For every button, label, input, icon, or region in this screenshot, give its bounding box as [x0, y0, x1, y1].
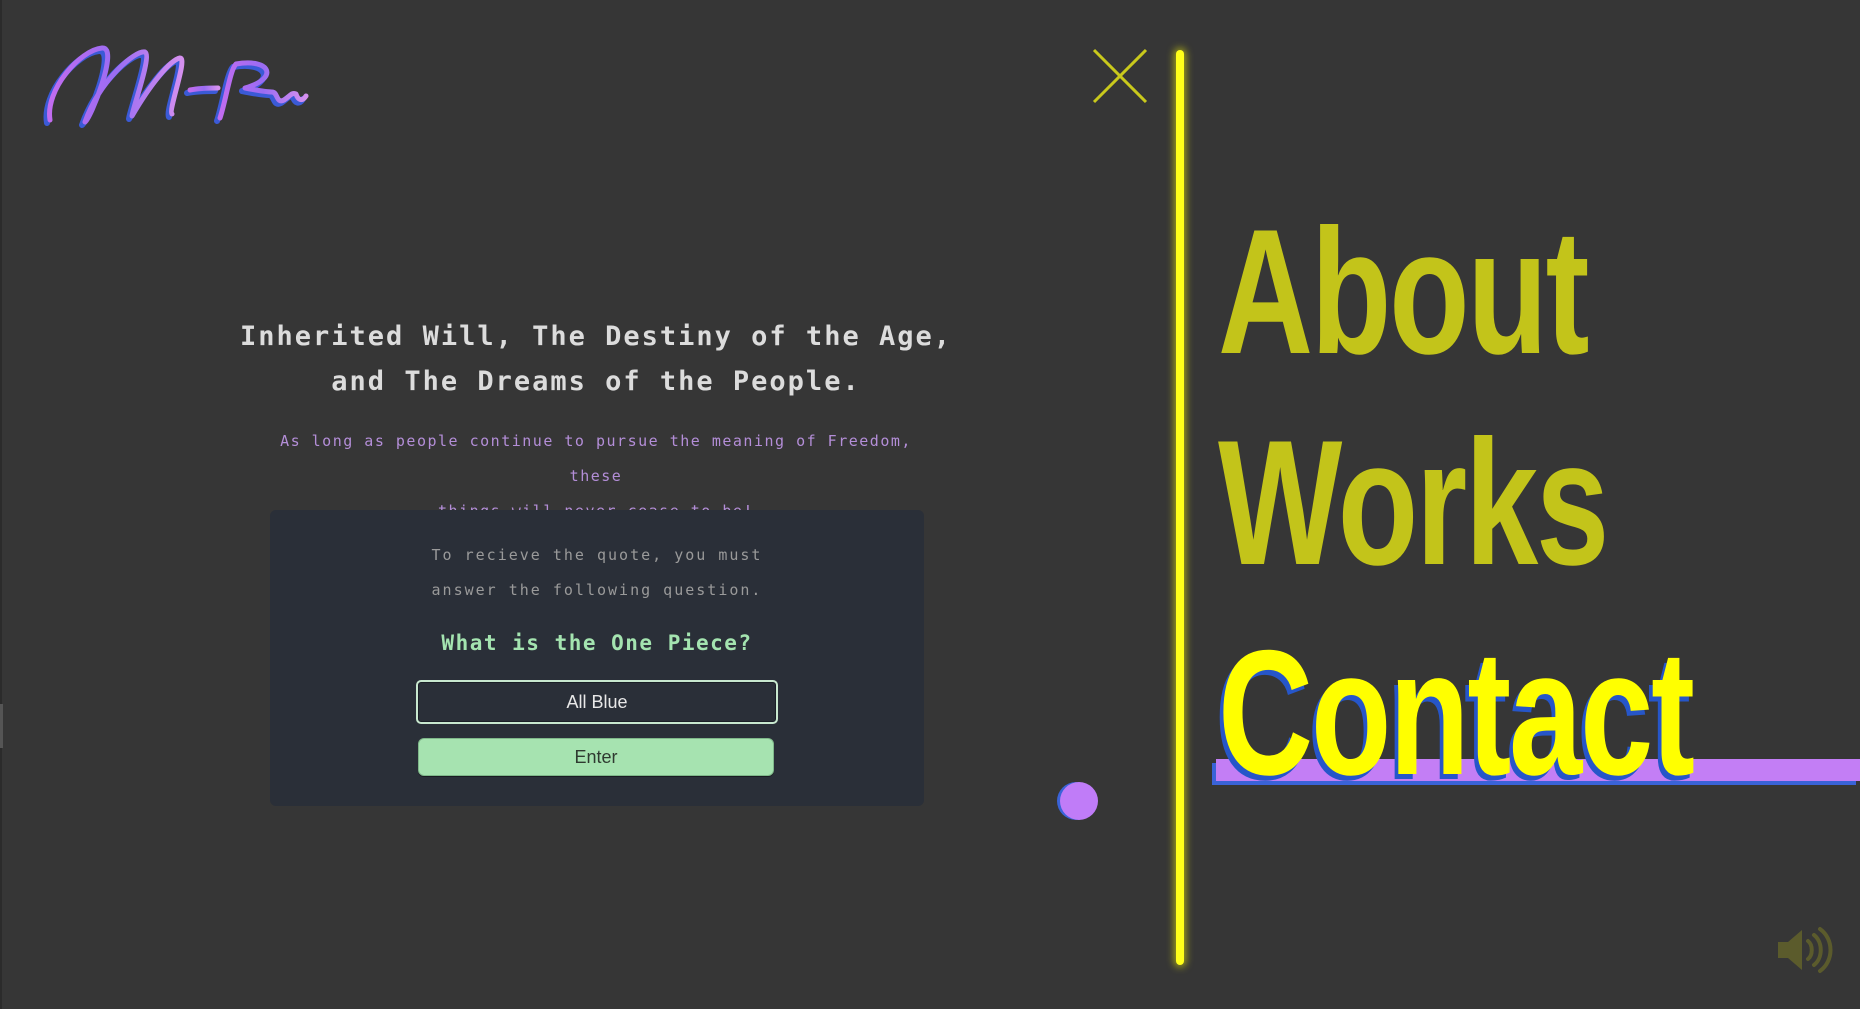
left-scroll-notch	[0, 704, 3, 748]
quiz-card: To recieve the quote, you must answer th…	[270, 510, 924, 806]
logo-icon	[43, 45, 309, 128]
headline: Inherited Will, The Destiny of the Age, …	[240, 314, 952, 404]
volume-button[interactable]	[1776, 924, 1838, 976]
subline-line-1: As long as people continue to pursue the…	[280, 432, 912, 485]
quiz-instruction-line-1: To recieve the quote, you must	[431, 546, 763, 564]
nav-item-contact[interactable]: Contact	[1218, 624, 1695, 802]
volume-icon	[1778, 927, 1833, 973]
answer-input[interactable]	[416, 680, 778, 724]
logo[interactable]	[40, 30, 320, 140]
headline-line-1: Inherited Will, The Destiny of the Age,	[240, 321, 952, 352]
nav-item-works[interactable]: Works	[1218, 414, 1609, 592]
quiz-instructions: To recieve the quote, you must answer th…	[270, 538, 924, 608]
enter-button[interactable]: Enter	[418, 738, 774, 776]
close-button[interactable]	[1088, 44, 1148, 104]
left-edge-strip	[0, 0, 2, 1009]
quiz-question: What is the One Piece?	[441, 631, 753, 655]
quiz-instruction-line-2: answer the following question.	[431, 581, 763, 599]
cursor-dot	[1060, 782, 1098, 820]
headline-line-2: and The Dreams of the People.	[331, 366, 861, 397]
vertical-divider	[1176, 50, 1184, 965]
close-icon	[1092, 48, 1148, 104]
nav-item-about[interactable]: About	[1218, 203, 1589, 381]
